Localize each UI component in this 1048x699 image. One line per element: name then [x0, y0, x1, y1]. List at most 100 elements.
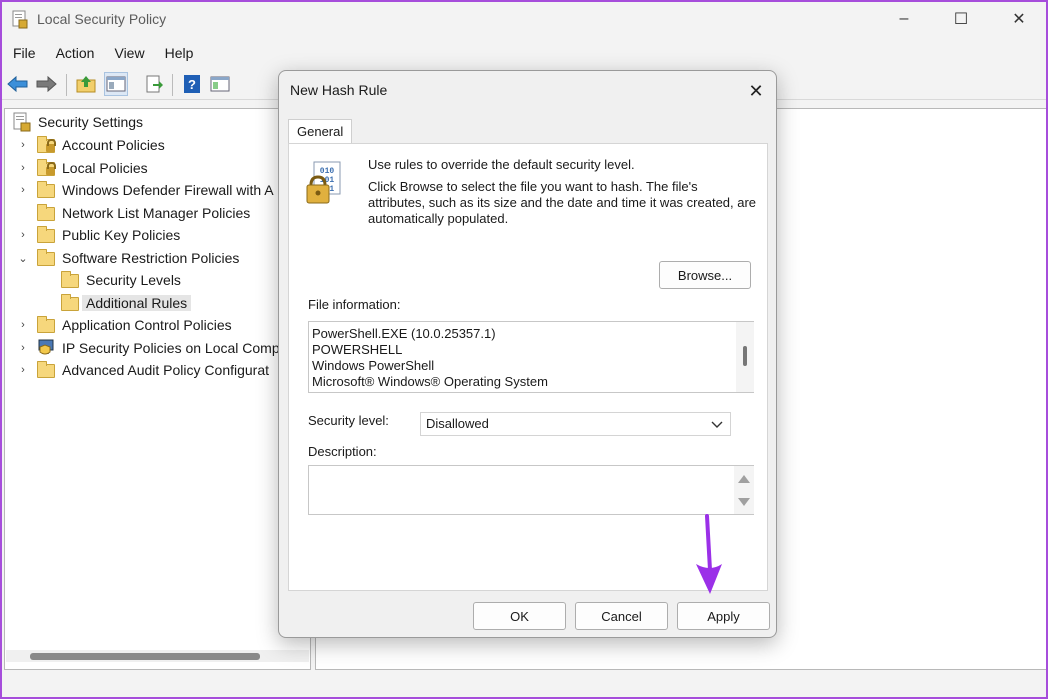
folder-icon [36, 204, 56, 221]
tree-label: Local Policies [62, 160, 148, 176]
tree-item-network-list-manager-policies[interactable]: Network List Manager Policies [16, 202, 250, 224]
file-info-line: POWERSHELL [312, 342, 403, 357]
browse-button[interactable]: Browse... [659, 261, 751, 289]
tree-horizontal-scroll-thumb[interactable] [30, 653, 260, 660]
toolbar-separator [172, 74, 173, 96]
properties-button[interactable] [208, 72, 232, 96]
window-title: Local Security Policy [37, 11, 167, 27]
description-scrollbar[interactable] [734, 466, 754, 514]
file-information-label: File information: [308, 297, 401, 312]
title-bar: Local Security Policy – ☐ ✕ [2, 2, 1046, 38]
file-info-line: Microsoft® Windows® Operating System [312, 374, 548, 389]
folder-icon [36, 226, 56, 243]
export-list-icon [146, 75, 163, 93]
chevron-right-icon[interactable]: › [16, 184, 30, 196]
dialog-title: New Hash Rule [290, 82, 388, 98]
properties-icon [210, 76, 230, 92]
intro-line-2: Click Browse to select the file you want… [368, 179, 757, 226]
menu-action[interactable]: Action [45, 42, 104, 66]
folder-icon [36, 361, 56, 378]
intro-line-1: Use rules to override the default securi… [368, 157, 635, 172]
tree-item-account-policies[interactable]: › Account Policies [16, 134, 165, 156]
back-button[interactable] [6, 72, 30, 96]
folder-lock-icon [36, 136, 56, 153]
tree-item-public-key-policies[interactable]: › Public Key Policies [16, 224, 180, 246]
up-level-button[interactable] [74, 72, 98, 96]
folder-lock-icon [36, 159, 56, 176]
tree-item-application-control-policies[interactable]: › Application Control Policies [16, 314, 232, 336]
file-information-list[interactable]: PowerShell.EXE (10.0.25357.1) POWERSHELL… [308, 321, 754, 393]
tree-item-advanced-audit-policy[interactable]: › Advanced Audit Policy Configurat [16, 359, 311, 381]
help-button[interactable]: ? [180, 72, 204, 96]
chevron-down-icon [711, 421, 723, 428]
cancel-button[interactable]: Cancel [575, 602, 668, 630]
menu-help[interactable]: Help [154, 42, 203, 66]
close-icon: ✕ [748, 80, 764, 101]
file-info-line: Windows PowerShell [312, 358, 435, 373]
tree-label: Software Restriction Policies [62, 250, 240, 266]
folder-icon [60, 271, 80, 288]
export-list-button[interactable] [142, 72, 166, 96]
maximize-button[interactable]: ☐ [937, 2, 985, 36]
menu-bar: File Action View Help [2, 42, 202, 66]
tree-label-selected: Additional Rules [82, 295, 192, 311]
scroll-down-icon[interactable] [738, 498, 750, 506]
apply-button[interactable]: Apply [677, 602, 770, 630]
menu-view[interactable]: View [103, 42, 153, 66]
help-icon: ? [184, 75, 200, 93]
dialog-close-button[interactable]: ✕ [741, 77, 771, 105]
tree-label: Public Key Policies [62, 227, 181, 243]
description-textarea[interactable] [308, 465, 754, 515]
chevron-right-icon[interactable]: › [16, 139, 30, 151]
chevron-right-icon[interactable]: › [16, 229, 30, 241]
up-folder-icon [76, 76, 96, 93]
dialog-instructions: Use rules to override the default securi… [368, 157, 758, 233]
tree-item-software-restriction-policies[interactable]: ⌄ Software Restriction Policies [16, 247, 239, 269]
toolbar-separator [66, 74, 67, 96]
tab-general[interactable]: General [288, 119, 352, 144]
scroll-up-icon[interactable] [738, 475, 750, 483]
hash-lock-icon: 010 101 011 [306, 161, 341, 204]
minimize-button[interactable]: – [880, 2, 928, 36]
tree-label: Advanced Audit Policy Configurat [62, 362, 270, 378]
tree-item-windows-defender-firewall[interactable]: › Windows Defender Firewall with A [16, 179, 311, 201]
file-info-line: PowerShell.EXE (10.0.25357.1) [312, 326, 496, 341]
security-level-value: Disallowed [426, 416, 489, 431]
tree-item-additional-rules[interactable]: Additional Rules [40, 292, 192, 314]
shield-computer-icon [36, 339, 56, 356]
minimize-icon: – [899, 10, 909, 27]
file-info-scroll-thumb[interactable] [743, 346, 747, 366]
tree-item-security-levels[interactable]: Security Levels [40, 269, 181, 291]
close-window-button[interactable]: ✕ [995, 2, 1043, 36]
security-level-label: Security level: [308, 413, 389, 428]
show-hide-tree-button[interactable] [104, 72, 128, 96]
close-icon: ✕ [1012, 11, 1026, 28]
forward-button[interactable] [34, 72, 58, 96]
chevron-down-icon[interactable]: ⌄ [16, 252, 30, 265]
annotation-arrow-icon [696, 514, 722, 594]
tree-item-ip-security-policies[interactable]: › IP Security Policies on Local Comp [16, 337, 311, 359]
svg-text:010: 010 [320, 167, 335, 176]
local-security-policy-window: Local Security Policy – ☐ ✕ File Action … [2, 2, 1046, 697]
tree-label: Windows Defender Firewall with A [62, 182, 274, 198]
tree-label: Security Levels [86, 272, 181, 288]
chevron-right-icon[interactable]: › [16, 319, 30, 331]
tree-item-local-policies[interactable]: › Local Policies [16, 157, 148, 179]
tree-label: Account Policies [62, 137, 165, 153]
chevron-right-icon[interactable]: › [16, 342, 30, 354]
tree-root-security-settings[interactable]: Security Settings [12, 111, 143, 133]
show-hide-tree-icon [106, 76, 126, 92]
tree-label: Application Control Policies [62, 317, 232, 333]
file-info-scrollbar[interactable] [736, 322, 754, 392]
menu-file[interactable]: File [2, 42, 45, 66]
security-level-select[interactable]: Disallowed [420, 412, 731, 436]
description-label: Description: [308, 444, 377, 459]
folder-icon [36, 181, 56, 198]
chevron-right-icon[interactable]: › [16, 162, 30, 174]
tree-label: IP Security Policies on Local Comp [62, 340, 280, 356]
tree-label: Security Settings [38, 114, 144, 130]
ok-button[interactable]: OK [473, 602, 566, 630]
forward-arrow-icon [36, 75, 57, 93]
svg-text:?: ? [188, 77, 196, 92]
chevron-right-icon[interactable]: › [16, 364, 30, 376]
